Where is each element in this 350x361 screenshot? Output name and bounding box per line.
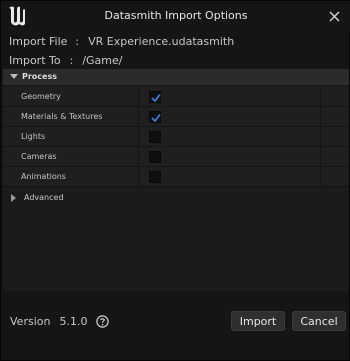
option-label: Cameras xyxy=(21,152,57,161)
import-file-row: Import File: VR Experience.udatasmith xyxy=(9,35,234,48)
process-section-header[interactable]: Process xyxy=(3,69,349,85)
column-divider xyxy=(138,127,139,146)
column-divider xyxy=(320,167,321,186)
import-file-value: VR Experience.udatasmith xyxy=(88,35,235,48)
geometry-checkbox[interactable] xyxy=(149,91,161,103)
import-to-row: Import To: /Game/ xyxy=(9,54,122,67)
version-info: Version 5.1.0 xyxy=(10,315,110,328)
import-to-label: Import To xyxy=(9,54,61,67)
separator: : xyxy=(75,35,80,48)
version-label: Version xyxy=(10,315,51,328)
question-circle-icon[interactable] xyxy=(96,315,110,328)
import-file-label: Import File xyxy=(9,35,68,48)
option-label: Lights xyxy=(21,132,46,141)
column-divider xyxy=(320,87,321,106)
chevron-right-icon xyxy=(11,194,16,204)
lights-checkbox[interactable] xyxy=(149,131,161,143)
version-value: 5.1.0 xyxy=(59,315,88,328)
option-label: Materials & Textures xyxy=(21,112,103,121)
column-divider xyxy=(138,147,139,166)
advanced-section-label: Advanced xyxy=(24,193,64,202)
column-divider xyxy=(320,127,321,146)
import-to-value: /Game/ xyxy=(82,54,123,67)
option-row-materials-textures: Materials & Textures xyxy=(3,107,349,127)
options-panel: Process Geometry Materials & Textures Li… xyxy=(3,69,349,291)
advanced-section-header[interactable]: Advanced xyxy=(3,190,349,206)
column-divider xyxy=(320,147,321,166)
column-divider xyxy=(138,87,139,106)
import-options-dialog: Datasmith Import Options Import File: VR … xyxy=(0,0,350,361)
cancel-button[interactable]: Cancel xyxy=(292,311,346,331)
option-row-lights: Lights xyxy=(3,127,349,147)
separator: : xyxy=(69,54,74,67)
option-label: Animations xyxy=(21,172,66,181)
option-row-animations: Animations xyxy=(3,167,349,187)
animations-checkbox[interactable] xyxy=(149,171,161,183)
option-row-cameras: Cameras xyxy=(3,147,349,167)
dialog-title: Datasmith Import Options xyxy=(104,9,248,22)
title-bar[interactable]: Datasmith Import Options xyxy=(1,1,350,32)
process-section-label: Process xyxy=(22,72,57,81)
option-label: Geometry xyxy=(21,92,61,101)
materials-textures-checkbox[interactable] xyxy=(149,111,161,123)
column-divider xyxy=(138,167,139,186)
chevron-down-icon xyxy=(10,73,18,82)
column-divider xyxy=(138,107,139,126)
column-divider xyxy=(320,107,321,126)
close-icon[interactable] xyxy=(323,5,345,27)
option-row-geometry: Geometry xyxy=(3,87,349,107)
cameras-checkbox[interactable] xyxy=(149,151,161,163)
import-button[interactable]: Import xyxy=(231,311,285,331)
